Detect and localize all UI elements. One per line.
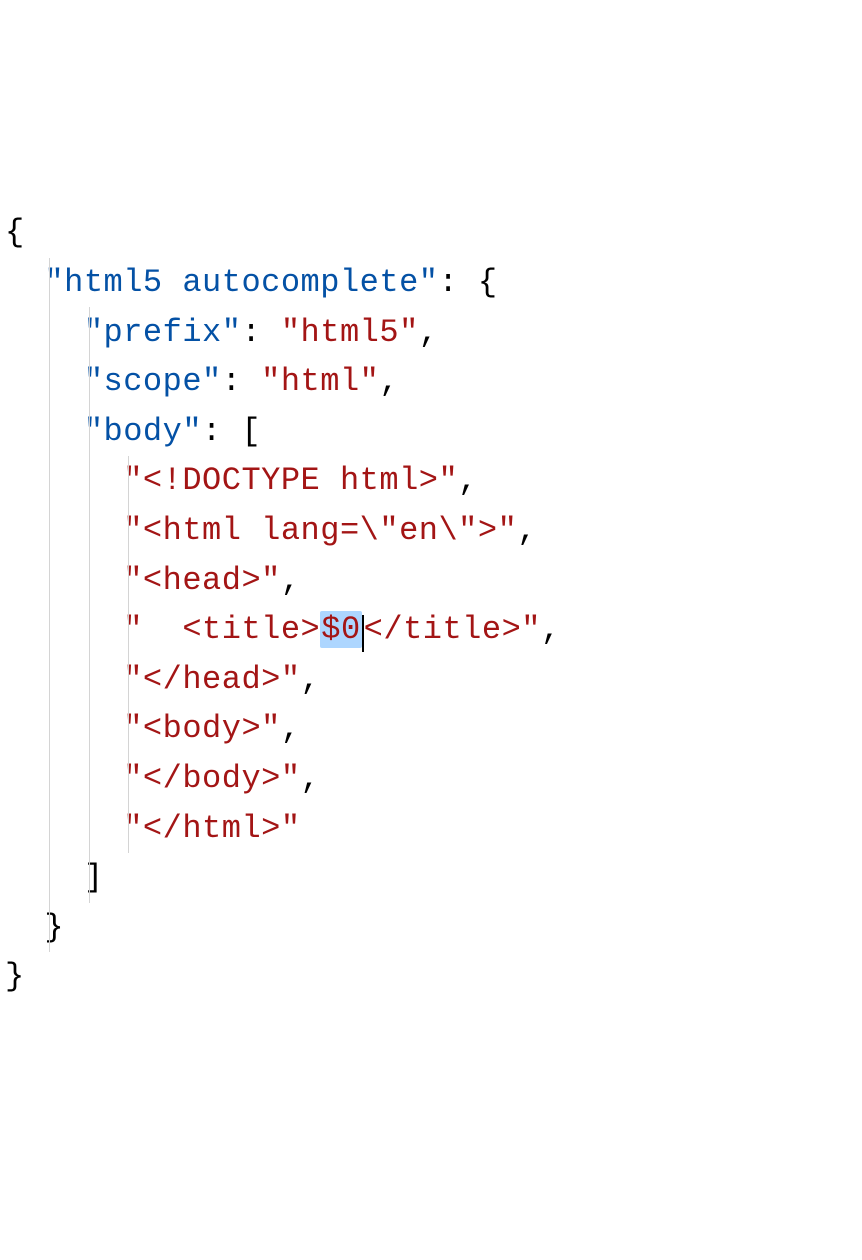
code-line[interactable]: "html5 autocomplete": {	[5, 258, 857, 308]
json-key-token: "scope"	[84, 363, 222, 400]
punctuation-token: ,	[281, 562, 301, 599]
punctuation-token: ,	[541, 611, 561, 648]
punctuation-token: ,	[301, 760, 321, 797]
punctuation-token: ,	[281, 710, 301, 747]
punctuation-token: {	[5, 214, 25, 251]
punctuation-token: : {	[438, 264, 497, 301]
json-string-token: </title>"	[364, 611, 541, 648]
punctuation-token: ,	[458, 462, 478, 499]
json-string-token: "<!DOCTYPE html>"	[123, 462, 458, 499]
code-line[interactable]: ]	[5, 853, 857, 903]
punctuation-token: ]	[84, 859, 104, 896]
code-line[interactable]: "<html lang=\"en\">",	[5, 506, 857, 556]
text-cursor	[362, 615, 364, 652]
json-key-token: "prefix"	[84, 314, 242, 351]
code-line[interactable]: {	[5, 208, 857, 258]
code-line[interactable]: "scope": "html",	[5, 357, 857, 407]
code-line[interactable]: "</body>",	[5, 754, 857, 804]
json-string-token: "html5"	[281, 314, 419, 351]
punctuation-token: }	[5, 958, 25, 995]
json-string-token: " <title>	[123, 611, 320, 648]
punctuation-token: : [	[202, 413, 261, 450]
json-string-token: "<body>"	[123, 710, 281, 747]
punctuation-token: :	[241, 314, 280, 351]
json-key-token: "body"	[84, 413, 202, 450]
punctuation-token: ,	[517, 512, 537, 549]
code-line[interactable]: "</head>",	[5, 655, 857, 705]
json-key-token: "html5 autocomplete"	[44, 264, 438, 301]
code-line[interactable]: "body": [	[5, 407, 857, 457]
code-line[interactable]: "</html>"	[5, 804, 857, 854]
code-line[interactable]: "<!DOCTYPE html>",	[5, 456, 857, 506]
code-line[interactable]: "<head>",	[5, 556, 857, 606]
json-string-token: "</body>"	[123, 760, 300, 797]
json-string-token: "html"	[261, 363, 379, 400]
punctuation-token: ,	[301, 661, 321, 698]
code-line[interactable]: "prefix": "html5",	[5, 308, 857, 358]
json-string-token: "<head>"	[123, 562, 281, 599]
code-line[interactable]: " <title>$0</title>",	[5, 605, 857, 655]
punctuation-token: ,	[379, 363, 399, 400]
json-string-token: "</html>"	[123, 810, 300, 847]
json-string-token: "</head>"	[123, 661, 300, 698]
code-line[interactable]: }	[5, 903, 857, 953]
code-editor[interactable]: { "html5 autocomplete": { "prefix": "htm…	[5, 208, 857, 1002]
punctuation-token: :	[222, 363, 261, 400]
punctuation-token: ,	[419, 314, 439, 351]
code-line[interactable]: }	[5, 952, 857, 1002]
selected-text[interactable]: $0	[320, 611, 361, 648]
punctuation-token: }	[44, 909, 64, 946]
json-string-token: "<html lang=\"en\">"	[123, 512, 517, 549]
code-line[interactable]: "<body>",	[5, 704, 857, 754]
